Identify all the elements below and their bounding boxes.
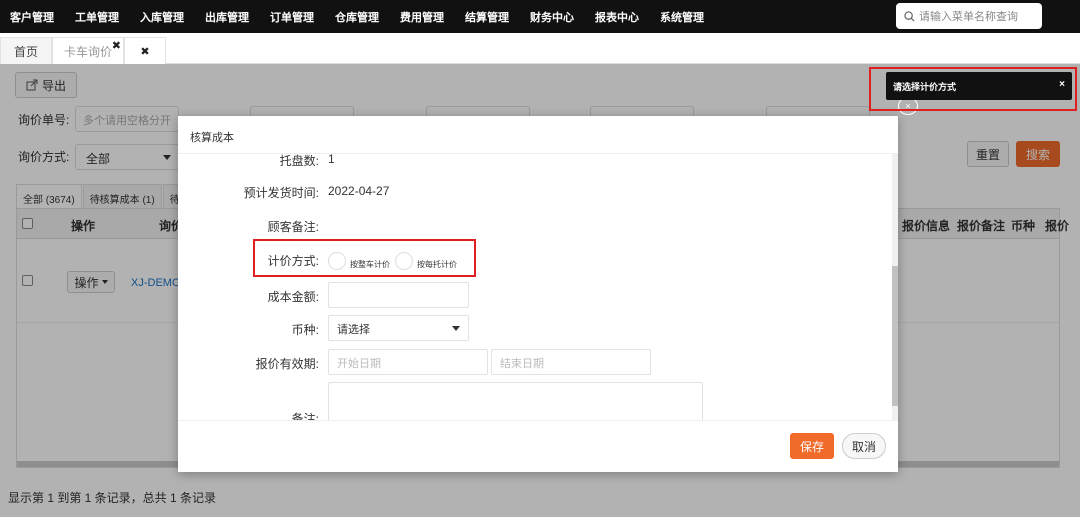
validity-start-input[interactable]: 开始日期 — [328, 349, 488, 375]
menu-item-system[interactable]: 系统管理 — [660, 9, 704, 25]
ship-date-label: 预计发货时间: — [243, 186, 319, 200]
note-textarea[interactable] — [328, 382, 703, 420]
search-icon — [904, 10, 915, 22]
tab-home-label: 首页 — [13, 44, 38, 59]
dialog-body: 托盘数: 1 预计发货时间: 2022-04-27 顾客备注: 计价方式: 按整… — [178, 154, 898, 420]
toast-highlight — [869, 67, 1077, 111]
dialog-footer: 保存 取消 — [178, 420, 898, 472]
currency-label: 币种: — [291, 323, 319, 337]
chevron-down-icon — [452, 326, 460, 331]
menu-item-warehouse[interactable]: 仓库管理 — [335, 9, 379, 25]
menu-item-workorder[interactable]: 工单管理 — [75, 9, 119, 25]
menu-item-report[interactable]: 报表中心 — [595, 9, 639, 25]
scrollbar-thumb[interactable] — [892, 266, 898, 406]
save-button[interactable]: 保存 — [790, 433, 834, 459]
close-icon: ✖ — [140, 45, 150, 58]
top-nav-bar: 客户管理 工单管理 入库管理 出库管理 订单管理 仓库管理 费用管理 结算管理 … — [0, 0, 1080, 33]
validity-end-input[interactable]: 结束日期 — [491, 349, 651, 375]
cost-amount-label: 成本金额: — [267, 290, 319, 304]
dialog-scrollbar[interactable] — [892, 154, 898, 420]
note-label: 备注: — [291, 412, 319, 420]
validity-label: 报价有效期: — [255, 357, 319, 371]
tab-close-icon[interactable]: ✖ — [112, 39, 121, 52]
menu-item-settlement[interactable]: 结算管理 — [465, 9, 509, 25]
ship-date-value: 2022-04-27 — [328, 184, 390, 198]
menu-item-fee[interactable]: 费用管理 — [400, 9, 444, 25]
cost-accounting-dialog: 核算成本 托盘数: 1 预计发货时间: 2022-04-27 顾客备注: 计价方… — [178, 116, 898, 472]
dialog-title: 核算成本 — [178, 116, 898, 154]
menu-search-input[interactable]: 请输入菜单名称查询 — [896, 3, 1042, 29]
main-menu: 客户管理 工单管理 入库管理 出库管理 订单管理 仓库管理 费用管理 结算管理 … — [0, 9, 725, 25]
pallets-value: 1 — [328, 154, 335, 166]
currency-select[interactable]: 请选择 — [328, 315, 469, 341]
menu-item-inbound[interactable]: 入库管理 — [140, 9, 184, 25]
tab-bar: 首页 卡车询价 ✖ ✖ — [0, 33, 1080, 64]
pallets-label: 托盘数: — [279, 154, 319, 168]
tab-home[interactable]: 首页 — [0, 37, 52, 64]
menu-item-order[interactable]: 订单管理 — [270, 9, 314, 25]
close-tabs-button[interactable]: ✖ — [124, 37, 166, 64]
currency-value: 请选择 — [337, 324, 370, 336]
pricing-method-highlight — [253, 239, 476, 277]
tab-truck-inquiry-label: 卡车询价 — [63, 44, 112, 59]
cancel-button[interactable]: 取消 — [842, 433, 886, 459]
menu-item-outbound[interactable]: 出库管理 — [205, 9, 249, 25]
menu-item-customer[interactable]: 客户管理 — [10, 9, 54, 25]
menu-item-finance[interactable]: 财务中心 — [530, 9, 574, 25]
tab-truck-inquiry[interactable]: 卡车询价 ✖ — [52, 37, 124, 64]
customer-remark-label: 顾客备注: — [267, 220, 319, 234]
search-placeholder: 请输入菜单名称查询 — [919, 11, 1018, 23]
cost-amount-input[interactable] — [328, 282, 469, 308]
